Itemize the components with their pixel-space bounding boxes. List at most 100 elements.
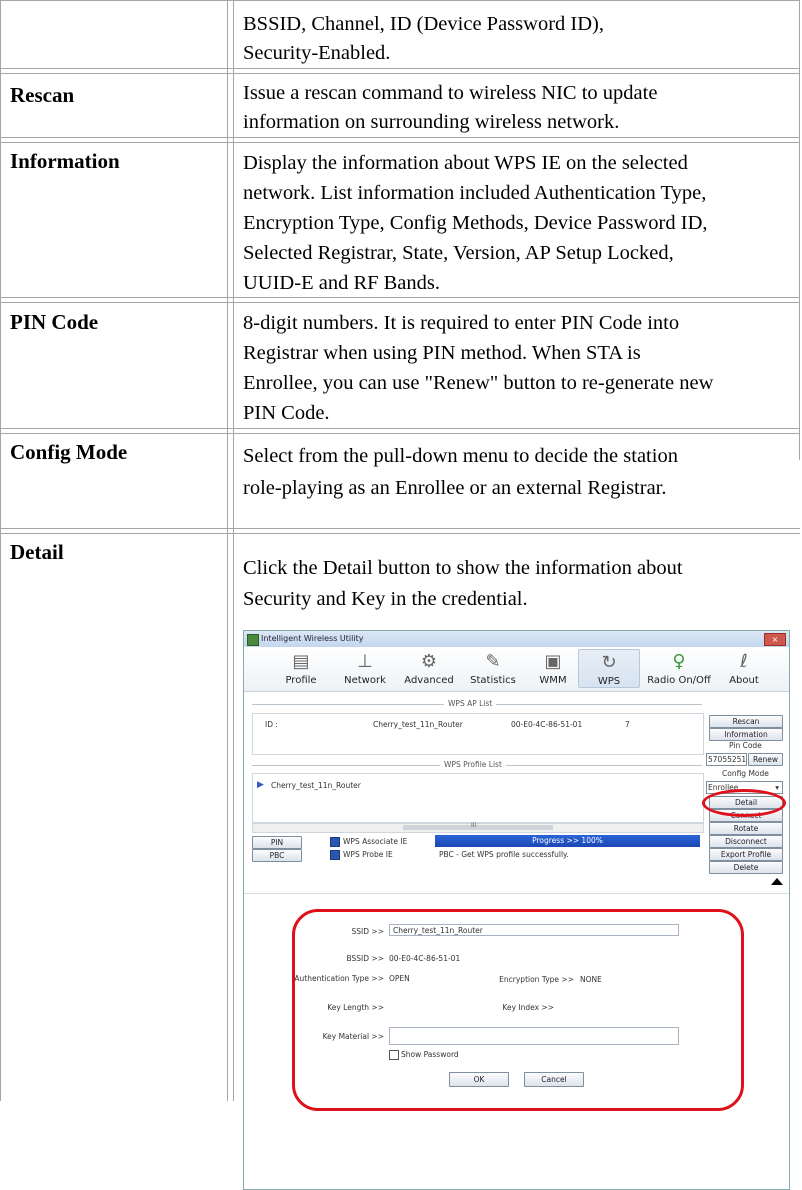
information-button[interactable]: Information: [709, 728, 783, 741]
tab-wps[interactable]: ↻ WPS: [578, 649, 640, 688]
row-divider: [0, 428, 800, 429]
config-mode-label: Config Mode: [722, 769, 769, 778]
wps-associate-ie-checkbox[interactable]: [330, 837, 340, 847]
tab-label: Advanced: [404, 675, 454, 686]
play-arrow-icon: ▶: [257, 780, 264, 790]
wps-profile-list[interactable]: ▶ Cherry_test_11n_Router: [252, 773, 704, 823]
description-line: Enrollee, you can use "Renew" button to …: [243, 372, 714, 394]
tab-label: Radio On/Off: [647, 675, 711, 686]
status-message: PBC - Get WPS profile successfully.: [435, 849, 700, 861]
window-title: Intelligent Wireless Utility: [261, 634, 364, 643]
renew-button[interactable]: Renew: [748, 753, 783, 766]
tab-label: Profile: [285, 675, 317, 686]
description-line: role-playing as an Enrollee or an extern…: [243, 477, 667, 499]
description-line: Encryption Type, Config Methods, Device …: [243, 212, 708, 234]
advanced-icon: ⚙: [420, 650, 438, 672]
statistics-icon: ✎: [485, 650, 501, 672]
tab-about[interactable]: ℓ About: [714, 649, 774, 687]
tab-network[interactable]: ⊥ Network: [330, 649, 400, 687]
horizontal-scrollbar[interactable]: III: [252, 822, 704, 833]
wps-profile-list-title: WPS Profile List: [440, 760, 506, 769]
close-button[interactable]: ×: [764, 633, 786, 646]
description-cell: BSSID, Channel, ID (Device Password ID),…: [243, 10, 783, 68]
tab-radio-on-off[interactable]: ♀ Radio On/Off: [644, 649, 714, 687]
export-profile-button[interactable]: Export Profile: [709, 848, 783, 861]
wps-ap-list-title: WPS AP List: [444, 699, 497, 708]
delete-button[interactable]: Delete: [709, 861, 783, 874]
tab-label: About: [729, 675, 759, 686]
chevron-down-icon: ▾: [775, 783, 779, 792]
rotate-button[interactable]: Rotate: [709, 822, 783, 835]
description-cell: Display the information about WPS IE on …: [243, 148, 783, 298]
network-icon: ⊥: [357, 650, 373, 672]
disconnect-button[interactable]: Disconnect: [709, 835, 783, 848]
ap-id-label: ID :: [265, 720, 278, 729]
window-titlebar: Intelligent Wireless Utility ×: [244, 631, 789, 648]
row-divider: [0, 433, 800, 434]
description-line: Issue a rescan command to wireless NIC t…: [243, 82, 658, 104]
collapse-arrow-icon[interactable]: [771, 878, 783, 885]
table-border-left: [0, 0, 1, 1101]
wps-probe-ie-label: WPS Probe IE: [343, 850, 393, 859]
row-divider: [0, 0, 800, 1]
rescan-button[interactable]: Rescan: [709, 715, 783, 728]
description-line: Security and Key in the credential.: [243, 588, 528, 610]
pin-code-field[interactable]: 57055251: [706, 753, 747, 766]
row-divider: [0, 533, 800, 534]
ap-channel: 7: [625, 720, 630, 729]
progress-bar: Progress >> 100%: [435, 835, 700, 847]
wps-probe-ie-checkbox[interactable]: [330, 850, 340, 860]
main-toolbar: ▤ Profile ⊥ Network ⚙ Advanced ✎ Statist…: [244, 647, 789, 692]
ap-bssid: 00-E0-4C-86-51-01: [511, 720, 583, 729]
scroll-grip: III: [471, 822, 477, 829]
description-line: UUID-E and RF Bands.: [243, 272, 441, 294]
row-divider: [0, 68, 800, 69]
row-label-rescan: Rescan: [10, 83, 75, 107]
tab-label: Network: [344, 675, 386, 686]
description-line: Security-Enabled.: [243, 42, 391, 64]
profile-item[interactable]: Cherry_test_11n_Router: [271, 781, 361, 790]
ap-ssid: Cherry_test_11n_Router: [373, 720, 463, 729]
description-line: BSSID, Channel, ID (Device Password ID),: [243, 13, 604, 35]
detail-panel-highlight: [292, 909, 744, 1111]
detail-button-highlight: [702, 789, 786, 817]
description-line: network. List information included Authe…: [243, 182, 707, 204]
description-cell: Issue a rescan command to wireless NIC t…: [243, 79, 783, 137]
wps-associate-ie-label: WPS Associate IE: [343, 837, 408, 846]
about-icon: ℓ: [740, 650, 748, 672]
description-line: information on surrounding wireless netw…: [243, 111, 620, 133]
row-label-pin-code: PIN Code: [10, 310, 99, 334]
description-cell: Select from the pull-down menu to decide…: [243, 440, 783, 504]
tab-advanced[interactable]: ⚙ Advanced: [394, 649, 464, 687]
row-divider: [0, 137, 800, 138]
row-label-detail: Detail: [10, 540, 64, 564]
description-line: Select from the pull-down menu to decide…: [243, 445, 678, 467]
description-line: Click the Detail button to show the info…: [243, 557, 683, 579]
profile-icon: ▤: [292, 650, 310, 672]
table-border-right: [799, 0, 800, 460]
pbc-button[interactable]: PBC: [252, 849, 302, 862]
row-label-information: Information: [10, 149, 120, 173]
description-line: Display the information about WPS IE on …: [243, 152, 688, 174]
description-line: Registrar when using PIN method. When ST…: [243, 342, 641, 364]
row-divider: [0, 528, 800, 529]
table-column-divider: [227, 0, 228, 1101]
description-line: Selected Registrar, State, Version, AP S…: [243, 242, 674, 264]
pin-button[interactable]: PIN: [252, 836, 302, 849]
description-cell: Click the Detail button to show the info…: [243, 553, 783, 615]
description-cell: 8-digit numbers. It is required to enter…: [243, 308, 783, 428]
wps-icon: ↻: [601, 651, 617, 673]
scrollbar-thumb[interactable]: [403, 825, 553, 830]
row-divider: [0, 142, 800, 143]
wps-utility-screenshot: Intelligent Wireless Utility × ▤ Profile…: [243, 630, 790, 1190]
app-icon: [247, 634, 259, 646]
table-column-divider: [233, 0, 234, 1101]
tab-profile[interactable]: ▤ Profile: [266, 649, 336, 687]
row-label-config-mode: Config Mode: [10, 440, 128, 464]
pin-code-label: Pin Code: [729, 741, 762, 750]
wmm-icon: ▣: [544, 650, 562, 672]
description-line: 8-digit numbers. It is required to enter…: [243, 312, 680, 334]
row-divider: [0, 73, 800, 74]
row-divider: [0, 302, 800, 303]
wps-ap-list[interactable]: ID : Cherry_test_11n_Router 00-E0-4C-86-…: [252, 713, 704, 755]
